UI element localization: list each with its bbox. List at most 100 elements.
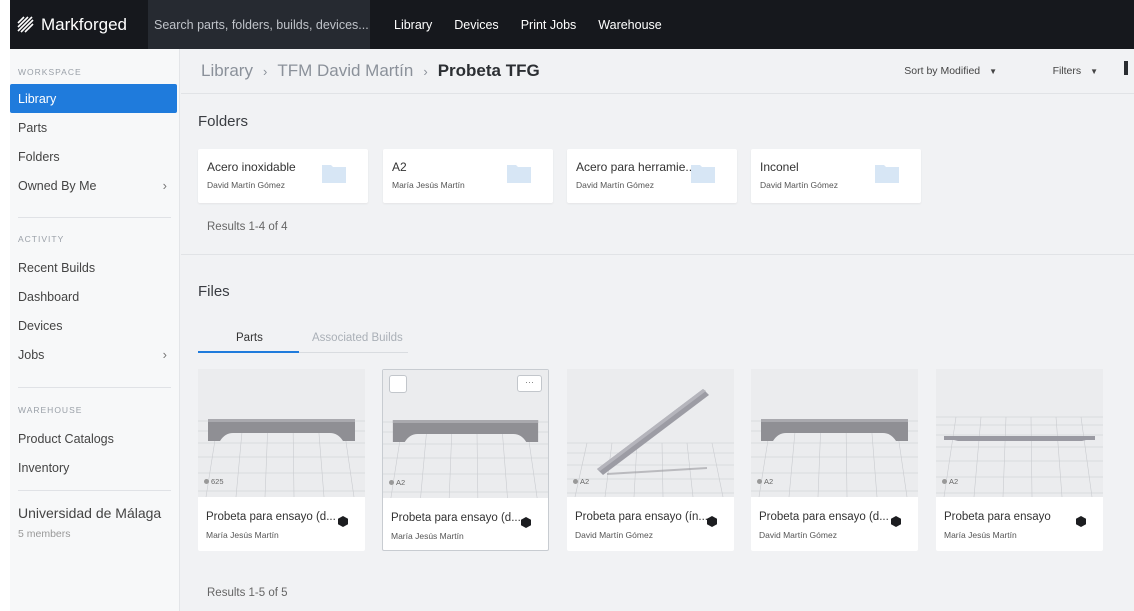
- org-switcher[interactable]: Universidad de Málaga 5 members: [10, 491, 179, 540]
- sidebar-item-parts[interactable]: Parts: [10, 113, 179, 142]
- select-checkbox[interactable]: [389, 375, 407, 393]
- sidebar-item-label: Owned By Me: [18, 178, 97, 193]
- part-owner: David Martín Gómez: [759, 530, 837, 540]
- sidebar-divider: [18, 387, 171, 388]
- part-owner: David Martín Gómez: [575, 530, 653, 540]
- part-name: Probeta para ensayo (ín...: [575, 511, 708, 523]
- folders-title: Folders: [198, 113, 249, 130]
- material-badge: A2: [389, 478, 405, 487]
- sort-dropdown[interactable]: Sort by Modified ▼: [904, 65, 997, 77]
- sidebar-item-label: Folders: [18, 149, 60, 164]
- files-results: Results 1-5 of 5: [207, 587, 288, 599]
- more-options-button[interactable]: ···: [517, 375, 542, 392]
- folder-icon: [691, 165, 715, 183]
- chevron-right-icon: ›: [162, 347, 167, 362]
- tab-parts[interactable]: Parts: [236, 332, 263, 344]
- sidebar-item-recent-builds[interactable]: Recent Builds: [10, 253, 179, 282]
- org-members: 5 members: [18, 528, 71, 540]
- folder-icon: [507, 165, 531, 183]
- sidebar-item-label: Devices: [18, 318, 63, 333]
- sidebar-item-label: Parts: [18, 120, 48, 135]
- hexagon-icon: [1076, 516, 1086, 527]
- tab-associated-builds[interactable]: Associated Builds: [312, 332, 403, 344]
- folder-name: Inconel: [760, 160, 799, 174]
- brand-name: Markforged: [41, 14, 127, 34]
- sidebar-item-label: Inventory: [18, 460, 70, 475]
- folder-owner: María Jesús Martín: [392, 180, 465, 190]
- files-tabs: Parts Associated Builds: [198, 329, 408, 353]
- folder-name: Acero para herramie...: [576, 160, 696, 174]
- folder-name: A2: [392, 160, 407, 174]
- part-thumbnail: [751, 369, 918, 497]
- folder-owner: David Martín Gómez: [207, 180, 285, 190]
- files-title: Files: [198, 283, 230, 300]
- top-nav: Library Devices Print Jobs Warehouse: [394, 18, 684, 32]
- hexagon-icon: [338, 516, 348, 527]
- filters-label: Filters: [1052, 65, 1082, 77]
- markforged-logo-icon: [17, 15, 34, 33]
- sidebar-item-label: Product Catalogs: [18, 431, 114, 446]
- sidebar-item-product-catalogs[interactable]: Product Catalogs: [10, 424, 179, 453]
- hexagon-icon: [521, 517, 531, 528]
- view-toggle-icon[interactable]: [1124, 61, 1128, 75]
- active-tab-indicator: [198, 351, 299, 353]
- folder-icon: [322, 165, 346, 183]
- nav-devices[interactable]: Devices: [454, 18, 498, 32]
- hexagon-icon: [891, 516, 901, 527]
- part-card[interactable]: A2 Probeta para ensayo (ín... David Mart…: [567, 369, 734, 551]
- sidebar: WORKSPACE Library Parts Folders Owned By…: [10, 49, 180, 611]
- caret-down-icon: ▼: [1090, 67, 1098, 76]
- breadcrumb-current: Probeta TFG: [437, 61, 540, 80]
- folders-results: Results 1-4 of 4: [207, 221, 288, 233]
- sidebar-item-label: Jobs: [18, 347, 45, 362]
- breadcrumb-tfm-david-martin[interactable]: TFM David Martín: [277, 61, 413, 81]
- folder-name: Acero inoxidable: [207, 160, 296, 174]
- nav-library[interactable]: Library: [394, 18, 432, 32]
- part-name: Probeta para ensayo (d...: [391, 512, 521, 524]
- part-card[interactable]: A2 Probeta para ensayo María Jesús Martí…: [936, 369, 1103, 551]
- part-owner: María Jesús Martín: [944, 530, 1017, 540]
- breadcrumb-library[interactable]: Library: [201, 61, 253, 81]
- part-card[interactable]: ··· A2 Probeta para ensayo (d... María J…: [382, 369, 549, 551]
- folder-card[interactable]: Acero inoxidable David Martín Gómez: [198, 149, 368, 203]
- hexagon-icon: [707, 516, 717, 527]
- part-card[interactable]: A2 Probeta para ensayo (d... David Martí…: [751, 369, 918, 551]
- folder-owner: David Martín Gómez: [760, 180, 838, 190]
- sidebar-item-folders[interactable]: Folders: [10, 142, 179, 171]
- org-name: Universidad de Málaga: [18, 505, 162, 521]
- part-thumbnail: [567, 369, 734, 497]
- filters-dropdown[interactable]: Filters ▼: [1053, 65, 1098, 77]
- search-input[interactable]: Search parts, folders, builds, devices..…: [148, 0, 370, 49]
- sidebar-heading-workspace: WORKSPACE: [18, 67, 82, 77]
- part-name: Probeta para ensayo: [944, 511, 1051, 523]
- section-divider: [181, 254, 1134, 255]
- material-badge: A2: [757, 477, 773, 486]
- brand-logo[interactable]: Markforged: [10, 15, 148, 35]
- breadcrumb-separator-icon: ›: [423, 63, 428, 79]
- sidebar-item-label: Recent Builds: [18, 260, 96, 275]
- folder-card[interactable]: Inconel David Martín Gómez: [751, 149, 921, 203]
- sidebar-item-owned-by-me[interactable]: Owned By Me ›: [10, 171, 179, 200]
- material-badge: 625: [204, 477, 224, 486]
- sidebar-item-library[interactable]: Library: [10, 84, 177, 113]
- nav-warehouse[interactable]: Warehouse: [598, 18, 661, 32]
- folder-icon: [875, 165, 899, 183]
- sidebar-item-jobs[interactable]: Jobs ›: [10, 340, 179, 369]
- sidebar-heading-activity: ACTIVITY: [18, 234, 65, 244]
- folder-owner: David Martín Gómez: [576, 180, 654, 190]
- part-card[interactable]: 625 Probeta para ensayo (d... María Jesú…: [198, 369, 365, 551]
- top-bar: Markforged Search parts, folders, builds…: [10, 0, 1134, 49]
- breadcrumb: Library › TFM David Martín › Probeta TFG…: [181, 49, 1134, 94]
- search-placeholder: Search parts, folders, builds, devices..…: [154, 17, 369, 32]
- material-badge: A2: [942, 477, 958, 486]
- sidebar-item-inventory[interactable]: Inventory: [10, 453, 179, 482]
- sidebar-item-label: Dashboard: [18, 289, 80, 304]
- sidebar-item-devices[interactable]: Devices: [10, 311, 179, 340]
- sidebar-heading-warehouse: WAREHOUSE: [18, 405, 83, 415]
- nav-print-jobs[interactable]: Print Jobs: [521, 18, 577, 32]
- breadcrumb-separator-icon: ›: [262, 63, 268, 79]
- part-name: Probeta para ensayo (d...: [206, 511, 336, 523]
- folder-card[interactable]: Acero para herramie... David Martín Góme…: [567, 149, 737, 203]
- folder-card[interactable]: A2 María Jesús Martín: [383, 149, 553, 203]
- sidebar-item-dashboard[interactable]: Dashboard: [10, 282, 179, 311]
